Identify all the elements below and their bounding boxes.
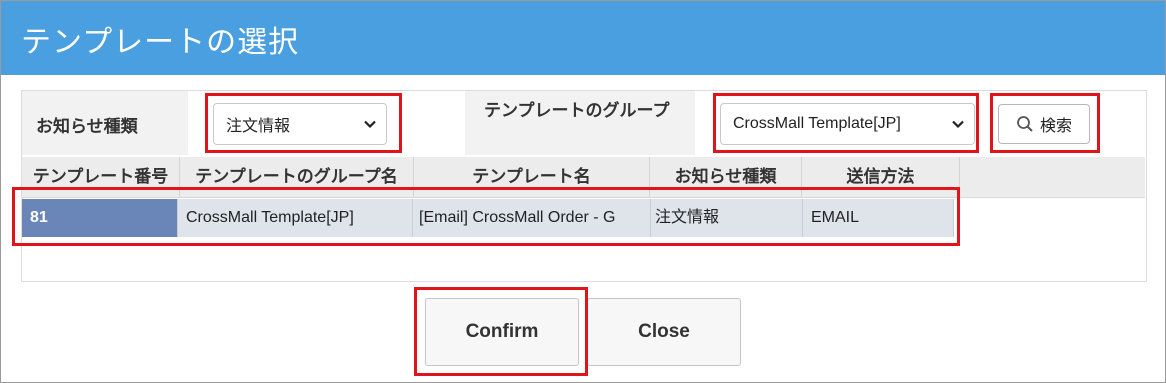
- notice-type-select[interactable]: 注文情報: [213, 103, 387, 145]
- notice-type-value: 注文情報: [226, 118, 291, 135]
- group-label: テンプレートのグループ: [484, 101, 670, 120]
- dialog-titlebar: テンプレートの選択: [1, 1, 1165, 75]
- column-header-notice-type[interactable]: お知らせ種類: [650, 157, 802, 197]
- column-header-group-name[interactable]: テンプレートのグループ名: [180, 157, 414, 197]
- chevron-down-icon: [364, 120, 376, 129]
- cell-template-name[interactable]: [Email] CrossMall Order - G: [413, 199, 651, 237]
- confirm-button[interactable]: Confirm: [425, 298, 579, 366]
- grid-header: テンプレート番号 テンプレートのグループ名 テンプレート名 お知らせ種類 送信方…: [22, 157, 1145, 198]
- search-button[interactable]: 検索: [998, 104, 1090, 144]
- cell-group-name[interactable]: CrossMall Template[JP]: [178, 199, 413, 237]
- column-header-template-number[interactable]: テンプレート番号: [22, 157, 180, 197]
- column-header-send-method[interactable]: 送信方法: [802, 157, 960, 197]
- cell-send-method[interactable]: EMAIL: [803, 199, 954, 237]
- close-button[interactable]: Close: [587, 298, 741, 366]
- dialog-title: テンプレートの選択: [21, 26, 300, 59]
- notice-type-label: お知らせ種類: [36, 117, 138, 136]
- cell-template-number[interactable]: 81: [22, 199, 178, 237]
- search-label: 検索: [1039, 118, 1072, 135]
- group-value: CrossMall Template[JP]: [733, 115, 901, 132]
- group-select[interactable]: CrossMall Template[JP]: [720, 103, 975, 145]
- column-header-template-name[interactable]: テンプレート名: [414, 157, 650, 197]
- search-icon: [1017, 116, 1033, 132]
- chevron-down-icon: [952, 120, 964, 129]
- cell-notice-type[interactable]: 注文情報: [651, 199, 803, 237]
